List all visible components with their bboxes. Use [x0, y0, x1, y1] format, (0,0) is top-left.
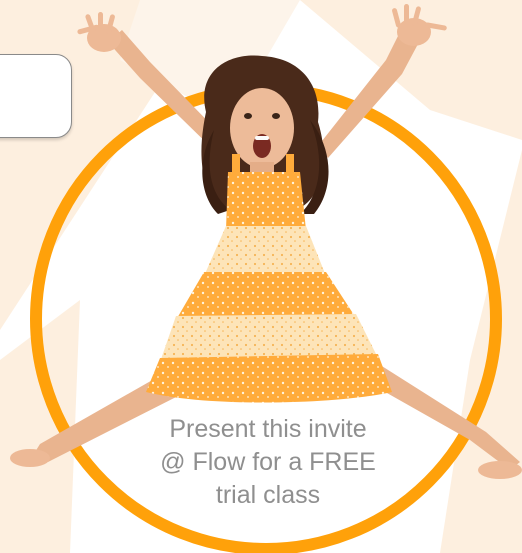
- invite-line-3: trial class: [215, 481, 321, 509]
- invite-promo-graphic: Present this invite @ Flow for a FREE tr…: [0, 0, 522, 553]
- invite-text: Present this invite @ Flow for a FREE tr…: [120, 413, 416, 512]
- invite-line-1: Present this invite: [169, 415, 367, 443]
- invite-line-2: @ Flow for a FREE: [160, 448, 376, 476]
